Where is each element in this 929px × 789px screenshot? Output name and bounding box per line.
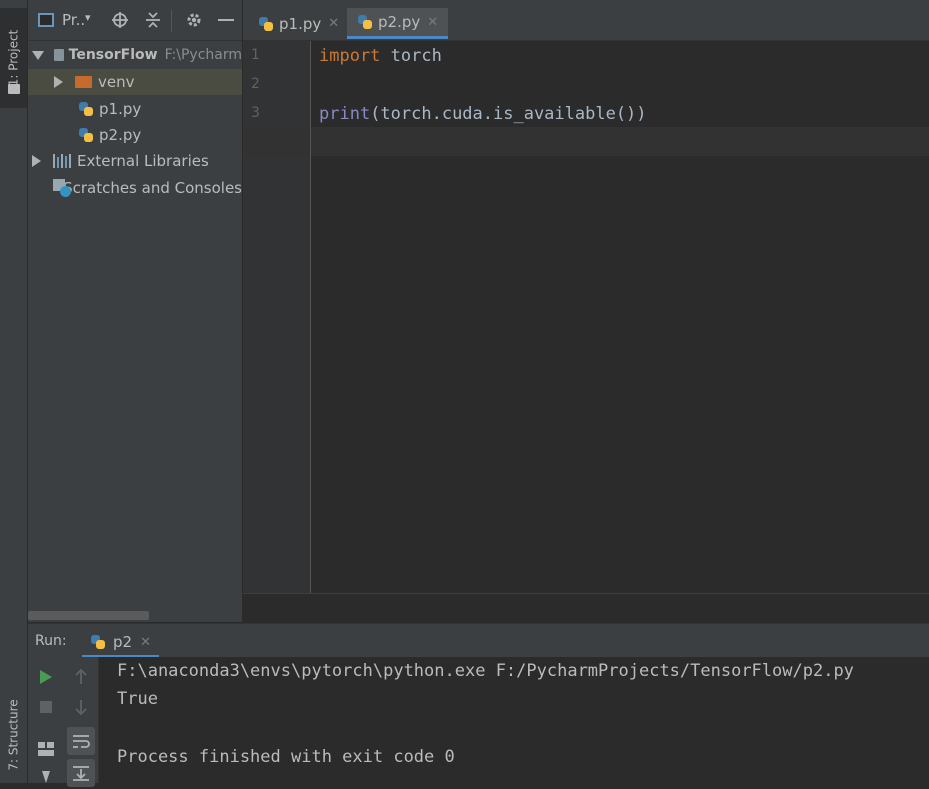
code-text: (torch.cuda.is_available()) [370, 103, 647, 124]
layout-icon[interactable] [34, 737, 58, 761]
down-arrow-icon[interactable] [69, 695, 93, 719]
gutter-current-line [243, 127, 310, 156]
line-number: 1 [251, 47, 260, 63]
code-lines: import torch print (torch.cuda.is_availab… [311, 41, 929, 593]
expand-arrow-icon[interactable] [54, 76, 63, 88]
close-icon[interactable]: ✕ [140, 635, 151, 650]
tree-item-scratches[interactable]: Scratches and Consoles [28, 175, 242, 201]
tab-label: p2.py [378, 13, 421, 31]
chevron-down-icon[interactable]: ▾ [85, 11, 91, 24]
tree-item-venv[interactable]: venv [28, 69, 242, 95]
soft-wrap-icon[interactable] [67, 727, 95, 755]
folder-icon [8, 84, 20, 94]
up-arrow-icon[interactable] [69, 665, 93, 689]
tree-item-label: External Libraries [77, 152, 209, 170]
tab-p2[interactable]: p2.py ✕ [347, 8, 449, 39]
tool-window-stripe: 1: Project 7: Structure [0, 0, 28, 783]
project-panel: Pr.. ▾ TensorFlow F:\Pycharm venv p1.py … [28, 0, 242, 622]
collapse-all-icon[interactable] [143, 10, 163, 30]
run-panel-header: Run: p2 ✕ [28, 623, 929, 658]
locate-icon[interactable] [110, 10, 130, 30]
toolbar-divider [171, 10, 172, 32]
line-number: 3 [251, 105, 260, 121]
console-line: F:\anaconda3\envs\pytorch\python.exe F:/… [117, 661, 854, 681]
tree-item-label: p2.py [99, 126, 142, 144]
tree-item-tensorflow[interactable]: TensorFlow F:\Pycharm [28, 42, 242, 68]
tree-item-p2[interactable]: p2.py [28, 122, 242, 148]
console-line: Process finished with exit code 0 [117, 747, 455, 767]
console-line: True [117, 689, 158, 709]
horizontal-scrollbar[interactable] [28, 611, 149, 620]
structure-tool-tab-label: 7: Structure [6, 699, 21, 771]
tab-p1[interactable]: p1.py ✕ [248, 8, 349, 39]
view-selector[interactable]: Pr.. [62, 11, 85, 29]
tree-item-p1[interactable]: p1.py [28, 96, 242, 122]
tree-item-label: Scratches and Consoles [63, 179, 242, 197]
gear-icon[interactable] [184, 10, 204, 30]
line-number: 2 [251, 76, 260, 92]
stop-icon[interactable] [34, 695, 58, 719]
pin-icon[interactable] [34, 765, 58, 789]
code-line-3: print (torch.cuda.is_available()) [319, 99, 647, 128]
close-icon[interactable]: ✕ [427, 15, 438, 30]
run-toolbar-secondary [64, 657, 99, 787]
run-console[interactable]: F:\anaconda3\envs\pytorch\python.exe F:/… [99, 657, 929, 783]
expand-arrow-icon[interactable] [32, 155, 41, 167]
tab-label: p1.py [279, 14, 322, 33]
expand-arrow-icon[interactable] [32, 50, 44, 60]
code-line-1: import torch [319, 41, 442, 70]
tree-item-path: F:\Pycharm [164, 47, 242, 63]
run-tab-p2[interactable]: p2 ✕ [82, 629, 159, 658]
python-file-icon [78, 101, 94, 117]
tree-item-external-libraries[interactable]: External Libraries [28, 148, 242, 174]
editor-tab-bar: p1.py ✕ p2.py ✕ [243, 0, 929, 41]
scratches-icon [53, 179, 71, 197]
code-text: torch [380, 45, 442, 66]
keyword-import: import [319, 45, 381, 66]
structure-tool-tab[interactable]: 7: Structure [0, 690, 27, 780]
tree-item-label: venv [98, 73, 135, 91]
rerun-icon[interactable] [34, 665, 58, 689]
project-view-icon [38, 13, 54, 27]
run-tab-label: p2 [113, 633, 133, 651]
tree-item-label: TensorFlow [68, 47, 158, 63]
folder-orange-icon [75, 76, 92, 88]
line-number-gutter: 1 2 3 4 [243, 41, 311, 593]
python-file-icon [357, 14, 373, 30]
libraries-icon [53, 154, 71, 168]
editor-breadcrumb-bar [243, 593, 929, 624]
close-icon[interactable]: ✕ [328, 16, 339, 31]
project-tool-tab-label: 1: Project [6, 29, 21, 87]
tree-item-label: p1.py [99, 100, 142, 118]
python-icon [90, 634, 106, 650]
folder-icon [54, 49, 64, 61]
builtin-print: print [319, 103, 371, 124]
run-label: Run: [35, 633, 67, 649]
run-toolbar-primary [28, 657, 64, 783]
python-file-icon [258, 16, 274, 32]
minimize-icon[interactable] [216, 10, 236, 30]
python-file-icon [78, 127, 94, 143]
project-toolbar: Pr.. ▾ [28, 0, 242, 41]
